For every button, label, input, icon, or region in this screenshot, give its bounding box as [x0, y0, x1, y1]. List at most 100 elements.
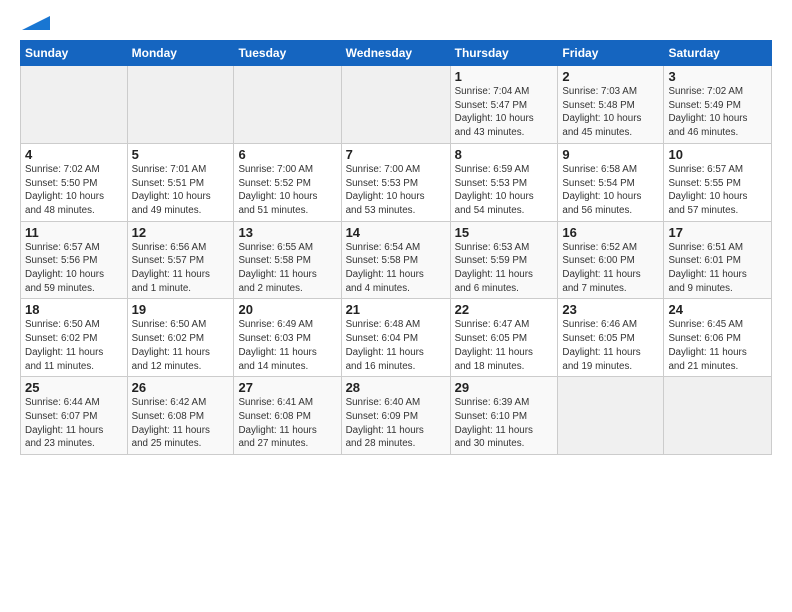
calendar-cell: 17Sunrise: 6:51 AM Sunset: 6:01 PM Dayli…	[664, 221, 772, 299]
day-number: 8	[455, 147, 554, 162]
col-header-wednesday: Wednesday	[341, 41, 450, 66]
week-row-5: 25Sunrise: 6:44 AM Sunset: 6:07 PM Dayli…	[21, 377, 772, 455]
calendar-cell: 22Sunrise: 6:47 AM Sunset: 6:05 PM Dayli…	[450, 299, 558, 377]
logo-icon	[22, 16, 50, 30]
calendar-cell: 10Sunrise: 6:57 AM Sunset: 5:55 PM Dayli…	[664, 143, 772, 221]
day-number: 12	[132, 225, 230, 240]
calendar-cell: 9Sunrise: 6:58 AM Sunset: 5:54 PM Daylig…	[558, 143, 664, 221]
day-info: Sunrise: 6:57 AM Sunset: 5:55 PM Dayligh…	[668, 163, 767, 218]
calendar-table: SundayMondayTuesdayWednesdayThursdayFrid…	[20, 40, 772, 455]
week-row-4: 18Sunrise: 6:50 AM Sunset: 6:02 PM Dayli…	[21, 299, 772, 377]
calendar-cell: 23Sunrise: 6:46 AM Sunset: 6:05 PM Dayli…	[558, 299, 664, 377]
col-header-thursday: Thursday	[450, 41, 558, 66]
day-number: 13	[238, 225, 336, 240]
day-number: 1	[455, 69, 554, 84]
calendar-cell	[21, 66, 128, 144]
day-number: 14	[346, 225, 446, 240]
header	[20, 16, 772, 30]
calendar-cell	[127, 66, 234, 144]
day-info: Sunrise: 6:49 AM Sunset: 6:03 PM Dayligh…	[238, 318, 336, 373]
day-info: Sunrise: 6:51 AM Sunset: 6:01 PM Dayligh…	[668, 241, 767, 296]
day-info: Sunrise: 6:58 AM Sunset: 5:54 PM Dayligh…	[562, 163, 659, 218]
day-number: 16	[562, 225, 659, 240]
day-info: Sunrise: 7:02 AM Sunset: 5:50 PM Dayligh…	[25, 163, 123, 218]
col-header-saturday: Saturday	[664, 41, 772, 66]
calendar-cell: 1Sunrise: 7:04 AM Sunset: 5:47 PM Daylig…	[450, 66, 558, 144]
day-number: 7	[346, 147, 446, 162]
calendar-cell: 15Sunrise: 6:53 AM Sunset: 5:59 PM Dayli…	[450, 221, 558, 299]
day-number: 21	[346, 302, 446, 317]
day-number: 22	[455, 302, 554, 317]
day-number: 28	[346, 380, 446, 395]
day-info: Sunrise: 6:42 AM Sunset: 6:08 PM Dayligh…	[132, 396, 230, 451]
day-info: Sunrise: 6:54 AM Sunset: 5:58 PM Dayligh…	[346, 241, 446, 296]
calendar-cell: 6Sunrise: 7:00 AM Sunset: 5:52 PM Daylig…	[234, 143, 341, 221]
day-info: Sunrise: 7:03 AM Sunset: 5:48 PM Dayligh…	[562, 85, 659, 140]
logo	[20, 20, 50, 30]
day-info: Sunrise: 6:44 AM Sunset: 6:07 PM Dayligh…	[25, 396, 123, 451]
calendar-cell: 4Sunrise: 7:02 AM Sunset: 5:50 PM Daylig…	[21, 143, 128, 221]
day-info: Sunrise: 6:45 AM Sunset: 6:06 PM Dayligh…	[668, 318, 767, 373]
calendar-cell: 27Sunrise: 6:41 AM Sunset: 6:08 PM Dayli…	[234, 377, 341, 455]
day-number: 10	[668, 147, 767, 162]
day-info: Sunrise: 6:59 AM Sunset: 5:53 PM Dayligh…	[455, 163, 554, 218]
calendar-cell	[664, 377, 772, 455]
calendar-cell: 18Sunrise: 6:50 AM Sunset: 6:02 PM Dayli…	[21, 299, 128, 377]
calendar-cell: 2Sunrise: 7:03 AM Sunset: 5:48 PM Daylig…	[558, 66, 664, 144]
calendar-cell: 29Sunrise: 6:39 AM Sunset: 6:10 PM Dayli…	[450, 377, 558, 455]
day-info: Sunrise: 6:53 AM Sunset: 5:59 PM Dayligh…	[455, 241, 554, 296]
day-number: 3	[668, 69, 767, 84]
calendar-cell	[341, 66, 450, 144]
calendar-cell: 7Sunrise: 7:00 AM Sunset: 5:53 PM Daylig…	[341, 143, 450, 221]
calendar-cell: 24Sunrise: 6:45 AM Sunset: 6:06 PM Dayli…	[664, 299, 772, 377]
day-info: Sunrise: 6:57 AM Sunset: 5:56 PM Dayligh…	[25, 241, 123, 296]
calendar-cell: 20Sunrise: 6:49 AM Sunset: 6:03 PM Dayli…	[234, 299, 341, 377]
day-number: 17	[668, 225, 767, 240]
calendar-cell: 3Sunrise: 7:02 AM Sunset: 5:49 PM Daylig…	[664, 66, 772, 144]
day-number: 5	[132, 147, 230, 162]
day-number: 23	[562, 302, 659, 317]
calendar-cell: 12Sunrise: 6:56 AM Sunset: 5:57 PM Dayli…	[127, 221, 234, 299]
calendar-cell: 5Sunrise: 7:01 AM Sunset: 5:51 PM Daylig…	[127, 143, 234, 221]
day-number: 15	[455, 225, 554, 240]
calendar-cell: 19Sunrise: 6:50 AM Sunset: 6:02 PM Dayli…	[127, 299, 234, 377]
week-row-3: 11Sunrise: 6:57 AM Sunset: 5:56 PM Dayli…	[21, 221, 772, 299]
day-number: 25	[25, 380, 123, 395]
day-info: Sunrise: 6:40 AM Sunset: 6:09 PM Dayligh…	[346, 396, 446, 451]
week-row-2: 4Sunrise: 7:02 AM Sunset: 5:50 PM Daylig…	[21, 143, 772, 221]
calendar-cell: 26Sunrise: 6:42 AM Sunset: 6:08 PM Dayli…	[127, 377, 234, 455]
day-info: Sunrise: 6:48 AM Sunset: 6:04 PM Dayligh…	[346, 318, 446, 373]
day-number: 4	[25, 147, 123, 162]
day-info: Sunrise: 6:50 AM Sunset: 6:02 PM Dayligh…	[132, 318, 230, 373]
day-number: 9	[562, 147, 659, 162]
calendar-cell	[558, 377, 664, 455]
day-number: 29	[455, 380, 554, 395]
day-info: Sunrise: 7:00 AM Sunset: 5:53 PM Dayligh…	[346, 163, 446, 218]
calendar-cell: 28Sunrise: 6:40 AM Sunset: 6:09 PM Dayli…	[341, 377, 450, 455]
day-number: 26	[132, 380, 230, 395]
day-number: 6	[238, 147, 336, 162]
day-info: Sunrise: 6:46 AM Sunset: 6:05 PM Dayligh…	[562, 318, 659, 373]
page: SundayMondayTuesdayWednesdayThursdayFrid…	[0, 0, 792, 465]
calendar-cell	[234, 66, 341, 144]
day-number: 24	[668, 302, 767, 317]
calendar-cell: 13Sunrise: 6:55 AM Sunset: 5:58 PM Dayli…	[234, 221, 341, 299]
week-row-1: 1Sunrise: 7:04 AM Sunset: 5:47 PM Daylig…	[21, 66, 772, 144]
col-header-tuesday: Tuesday	[234, 41, 341, 66]
day-number: 18	[25, 302, 123, 317]
day-number: 2	[562, 69, 659, 84]
day-info: Sunrise: 7:02 AM Sunset: 5:49 PM Dayligh…	[668, 85, 767, 140]
day-info: Sunrise: 6:55 AM Sunset: 5:58 PM Dayligh…	[238, 241, 336, 296]
col-header-friday: Friday	[558, 41, 664, 66]
day-info: Sunrise: 6:56 AM Sunset: 5:57 PM Dayligh…	[132, 241, 230, 296]
calendar-cell: 14Sunrise: 6:54 AM Sunset: 5:58 PM Dayli…	[341, 221, 450, 299]
day-info: Sunrise: 6:41 AM Sunset: 6:08 PM Dayligh…	[238, 396, 336, 451]
day-info: Sunrise: 6:50 AM Sunset: 6:02 PM Dayligh…	[25, 318, 123, 373]
day-info: Sunrise: 6:52 AM Sunset: 6:00 PM Dayligh…	[562, 241, 659, 296]
col-header-sunday: Sunday	[21, 41, 128, 66]
day-info: Sunrise: 7:01 AM Sunset: 5:51 PM Dayligh…	[132, 163, 230, 218]
day-info: Sunrise: 7:00 AM Sunset: 5:52 PM Dayligh…	[238, 163, 336, 218]
day-info: Sunrise: 6:39 AM Sunset: 6:10 PM Dayligh…	[455, 396, 554, 451]
calendar-cell: 8Sunrise: 6:59 AM Sunset: 5:53 PM Daylig…	[450, 143, 558, 221]
calendar-cell: 21Sunrise: 6:48 AM Sunset: 6:04 PM Dayli…	[341, 299, 450, 377]
